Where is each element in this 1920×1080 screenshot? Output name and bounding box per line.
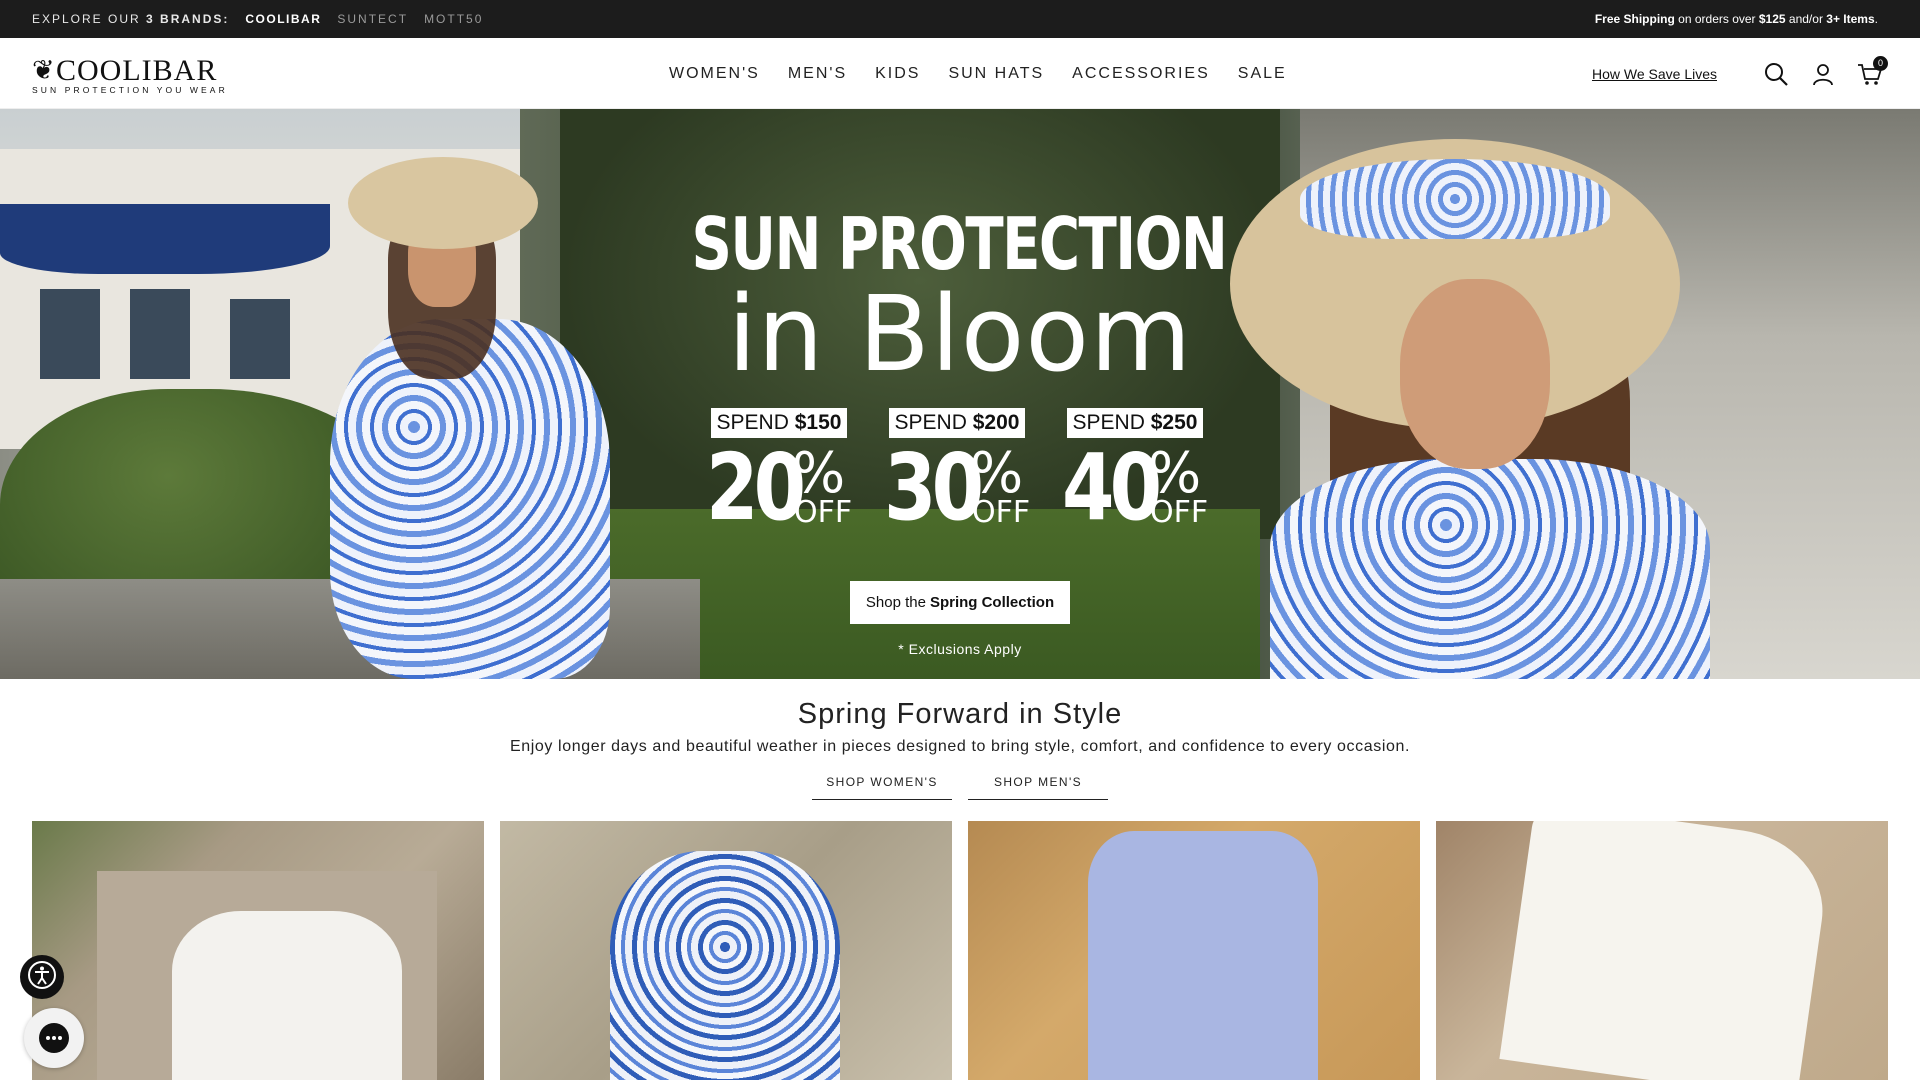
brand-switcher: EXPLORE OUR 3 BRANDS: COOLIBAR SUNTECT M… (32, 12, 499, 26)
product-cards (32, 821, 1904, 1080)
offer-tier: SPEND $150 20 % OFF (706, 408, 852, 538)
offer-off-label: OFF (1150, 495, 1209, 530)
hero-banner[interactable]: SUN PROTECTION in Bloom SPEND $150 20 % … (0, 109, 1920, 679)
accessibility-icon (27, 960, 57, 995)
chat-bubble-icon (39, 1023, 69, 1053)
white-shirt-image (172, 911, 402, 1080)
white-pants-image (1499, 821, 1833, 1080)
palm-logo-icon: ❦ (32, 55, 55, 85)
product-card-floral-tank[interactable] (500, 821, 952, 1080)
hero-title-line1: SUN PROTECTION (691, 202, 1228, 286)
announcement-bar: EXPLORE OUR 3 BRANDS: COOLIBAR SUNTECT M… (0, 0, 1920, 38)
nav-kids[interactable]: KIDS (875, 65, 920, 83)
nav-sale[interactable]: SALE (1238, 65, 1287, 83)
offer-percent-symbol: % (1148, 441, 1202, 506)
coolibar-logo[interactable]: ❦ COOLIBAR SUN PROTECTION YOU WEAR (32, 55, 244, 95)
product-card-white-shirt[interactable] (32, 821, 484, 1080)
account-icon[interactable] (1809, 60, 1837, 88)
logo-tagline: SUN PROTECTION YOU WEAR (32, 85, 228, 95)
shipping-promo: Free Shipping on orders over $125 and/or… (1594, 12, 1878, 26)
search-icon[interactable] (1762, 60, 1790, 88)
site-header: ❦ COOLIBAR SUN PROTECTION YOU WEAR WOMEN… (0, 38, 1920, 109)
logo-wordmark: COOLIBAR (56, 54, 218, 87)
product-card-white-pants[interactable] (1436, 821, 1888, 1080)
brand-link-coolibar[interactable]: COOLIBAR (245, 12, 321, 26)
offer-off-label: OFF (794, 495, 853, 530)
shop-mens-link[interactable]: SHOP MEN'S (968, 773, 1108, 800)
nav-sun-hats[interactable]: SUN HATS (948, 65, 1044, 83)
header-utilities: How We Save Lives 0 (1592, 38, 1888, 109)
cart-icon[interactable]: 0 (1856, 55, 1888, 88)
exclusions-note: * Exclusions Apply (898, 641, 1022, 657)
offer-percent: 20 (706, 434, 806, 541)
section-subtitle: Enjoy longer days and beautiful weather … (509, 738, 1411, 755)
offer-tier: SPEND $200 30 % OFF (884, 408, 1030, 538)
offer-tier: SPEND $250 40 % OFF (1062, 408, 1208, 538)
floral-tank-image (610, 851, 840, 1080)
chat-widget-button[interactable] (24, 1008, 84, 1068)
brand-link-suntect[interactable]: SUNTECT (337, 12, 408, 26)
offer-percent-symbol: % (792, 441, 846, 506)
hero-title-line2: in Bloom (727, 273, 1193, 395)
offer-percent: 40 (1062, 434, 1162, 541)
nav-womens[interactable]: WOMEN'S (669, 65, 760, 83)
main-nav: WOMEN'S MEN'S KIDS SUN HATS ACCESSORIES … (669, 38, 1315, 109)
brand-link-mott50[interactable]: MOTT50 (424, 12, 483, 26)
nav-mens[interactable]: MEN'S (788, 65, 847, 83)
blue-shirt-image (1088, 831, 1318, 1080)
offer-percent: 30 (884, 434, 984, 541)
shop-spring-collection-button[interactable]: Shop the Spring Collection (850, 581, 1070, 624)
product-card-blue-shirt[interactable] (968, 821, 1420, 1080)
accessibility-button[interactable] (20, 955, 64, 999)
offer-percent-symbol: % (970, 441, 1024, 506)
offer-off-label: OFF (972, 495, 1031, 530)
section-links: SHOP WOMEN'S SHOP MEN'S (812, 773, 1124, 800)
cart-count-badge: 0 (1873, 55, 1888, 71)
how-we-save-lives-link[interactable]: How We Save Lives (1592, 66, 1717, 82)
shop-womens-link[interactable]: SHOP WOMEN'S (812, 773, 952, 800)
section-title: Spring Forward in Style (797, 698, 1123, 730)
nav-accessories[interactable]: ACCESSORIES (1072, 65, 1210, 83)
explore-brands-label: EXPLORE OUR 3 BRANDS: (32, 12, 230, 26)
offer-tiers: SPEND $150 20 % OFF SPEND $200 30 % OFF … (706, 408, 1240, 538)
